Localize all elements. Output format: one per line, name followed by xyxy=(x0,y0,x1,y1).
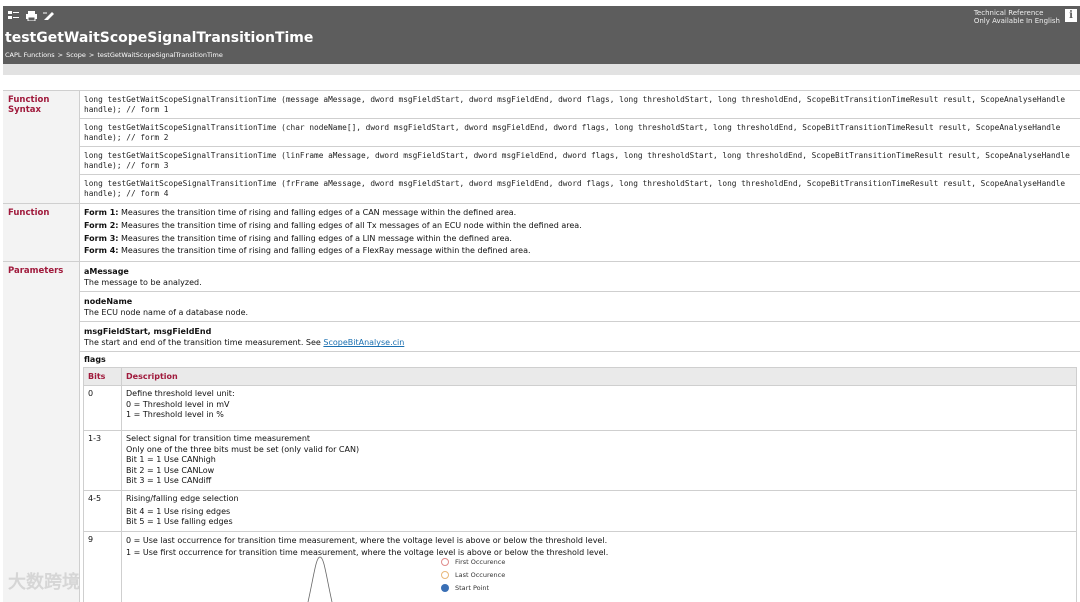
table-row: 0 Define threshold level unit: 0 = Thres… xyxy=(83,385,1077,432)
param-desc: The ECU node name of a database node. xyxy=(84,308,249,318)
function-desc: Measures the transition time of rising a… xyxy=(121,246,531,256)
watermark-text: 大数跨境 xyxy=(8,572,80,593)
breadcrumb: CAPL Functions > Scope > testGetWaitScop… xyxy=(5,51,223,59)
bits-cell: 4-5 xyxy=(83,490,122,532)
toolbar xyxy=(7,10,55,21)
breadcrumb-item-current: testGetWaitScopeSignalTransitionTime xyxy=(97,51,223,59)
watermark: 大数跨境 xyxy=(8,568,80,594)
first-occurrence-marker-icon xyxy=(441,557,449,566)
bits-cell: 9 xyxy=(83,531,122,602)
param-amessage: aMessage The message to be analyzed. xyxy=(80,262,1080,293)
print-icon[interactable] xyxy=(25,10,37,21)
function-desc: Measures the transition time of rising a… xyxy=(121,220,582,230)
last-occurrence-marker-icon xyxy=(441,570,449,579)
function-item: Form 1: Measures the transition time of … xyxy=(84,207,1076,220)
bits-cell: 0 xyxy=(83,385,122,432)
column-header-description: Description xyxy=(121,367,1077,387)
signal-curve-diagram xyxy=(307,556,333,602)
toc-icon[interactable] xyxy=(7,10,19,21)
param-msgfield: msgFieldStart, msgFieldEnd The start and… xyxy=(80,322,1080,353)
desc-line: Select signal for transition time measur… xyxy=(126,434,311,444)
table-header-row: Bits Description xyxy=(83,367,1077,387)
description-cell: Define threshold level unit: 0 = Thresho… xyxy=(121,385,1077,432)
function-desc: Measures the transition time of rising a… xyxy=(121,208,517,217)
desc-line: Bit 2 = 1 Use CANLow xyxy=(126,465,215,475)
parameters-section: Parameters aMessage The message to be an… xyxy=(3,261,1080,602)
desc-line: Define threshold level unit: xyxy=(126,389,235,399)
legend-label: Start Point xyxy=(455,583,490,592)
tech-ref-line1: Technical Reference xyxy=(973,9,1044,17)
desc-line: 1 = Threshold level in % xyxy=(126,410,224,420)
parameters-label: Parameters xyxy=(3,262,80,602)
breadcrumb-item-scope[interactable]: Scope xyxy=(66,51,86,59)
description-cell: Rising/falling edge selection Bit 4 = 1 … xyxy=(121,490,1077,532)
start-point-marker-icon xyxy=(441,583,449,592)
column-header-bits: Bits xyxy=(83,367,122,387)
flags-table: Bits Description 0 Define threshold leve… xyxy=(83,367,1077,602)
main-content: Function Syntax long testGetWaitScopeSig… xyxy=(3,90,1080,602)
form-label: Form 4: xyxy=(84,246,119,256)
desc-line: 1 = Use first occurrence for transition … xyxy=(126,547,609,557)
syntax-form-1: long testGetWaitScopeSignalTransitionTim… xyxy=(80,91,1080,119)
table-row: 1-3 Select signal for transition time me… xyxy=(83,430,1077,492)
desc-line: Bit 3 = 1 Use CANdiff xyxy=(126,476,212,486)
function-section: Function Form 1: Measures the transition… xyxy=(3,203,1080,262)
table-row: 9 0 = Use last occurrence for transition… xyxy=(83,531,1077,602)
form-label: Form 1: xyxy=(84,208,119,217)
sub-bar xyxy=(3,64,1080,75)
edit-icon[interactable] xyxy=(43,10,55,21)
legend-label: Last Occurence xyxy=(455,570,506,579)
tech-ref-note: Technical Reference Only Available In En… xyxy=(974,9,1060,25)
legend-item-first: First Occurence xyxy=(441,555,505,568)
syntax-form-4: long testGetWaitScopeSignalTransitionTim… xyxy=(84,179,1066,198)
legend-item-last: Last Occurence xyxy=(441,568,505,581)
scope-bit-analyse-link[interactable]: ScopeBitAnalyse.cin xyxy=(323,338,404,347)
function-item: Form 4: Measures the transition time of … xyxy=(84,245,1076,258)
param-name: nodeName xyxy=(84,297,133,307)
page-header: Technical Reference Only Available In En… xyxy=(3,6,1080,64)
param-desc-wrap: The start and end of the transition time… xyxy=(84,337,1076,348)
breadcrumb-separator: > xyxy=(57,51,64,59)
desc-line: Rising/falling edge selection xyxy=(126,494,239,504)
param-desc: The start and end of the transition time… xyxy=(84,338,324,348)
description-cell: 0 = Use last occurrence for transition t… xyxy=(121,531,1077,602)
legend-label: First Occurence xyxy=(455,557,506,566)
desc-line: Only one of the three bits must be set (… xyxy=(126,444,360,454)
tech-ref-line2: Only Available In English xyxy=(973,17,1060,25)
param-name: aMessage xyxy=(84,267,129,277)
diagram-legend: First Occurence Last Occurence Start Poi… xyxy=(441,555,505,594)
syntax-form-2: long testGetWaitScopeSignalTransitionTim… xyxy=(80,119,1080,147)
param-nodename: nodeName The ECU node name of a database… xyxy=(80,292,1080,323)
desc-line: Bit 5 = 1 Use falling edges xyxy=(126,517,233,527)
function-label: Function xyxy=(3,204,80,262)
function-item: Form 2: Measures the transition time of … xyxy=(84,220,1076,233)
page-title: testGetWaitScopeSignalTransitionTime xyxy=(5,30,314,46)
bits-cell: 1-3 xyxy=(83,430,122,492)
function-desc: Measures the transition time of rising a… xyxy=(121,233,512,243)
breadcrumb-item-capl[interactable]: CAPL Functions xyxy=(5,51,55,59)
param-desc: The message to be analyzed. xyxy=(84,278,202,288)
form-label: Form 3: xyxy=(84,233,119,243)
desc-line: Bit 1 = 1 Use CANhigh xyxy=(126,455,216,465)
legend-item-start: Start Point xyxy=(441,581,505,594)
param-name: msgFieldStart, msgFieldEnd xyxy=(84,327,212,337)
desc-line: Bit 4 = 1 Use rising edges xyxy=(126,506,231,516)
desc-line: 0 = Threshold level in mV xyxy=(126,399,230,409)
syntax-form-3: long testGetWaitScopeSignalTransitionTim… xyxy=(80,147,1080,175)
desc-line: 0 = Use last occurrence for transition t… xyxy=(126,535,608,545)
description-cell: Select signal for transition time measur… xyxy=(121,430,1077,492)
breadcrumb-separator: > xyxy=(88,51,95,59)
param-flags-name: flags xyxy=(84,355,106,365)
form-label: Form 2: xyxy=(84,220,119,230)
function-item: Form 3: Measures the transition time of … xyxy=(84,233,1076,246)
syntax-label: Function Syntax xyxy=(3,91,80,203)
table-row: 4-5 Rising/falling edge selection Bit 4 … xyxy=(83,490,1077,532)
info-icon[interactable]: i xyxy=(1065,9,1077,22)
syntax-section: Function Syntax long testGetWaitScopeSig… xyxy=(3,90,1080,203)
